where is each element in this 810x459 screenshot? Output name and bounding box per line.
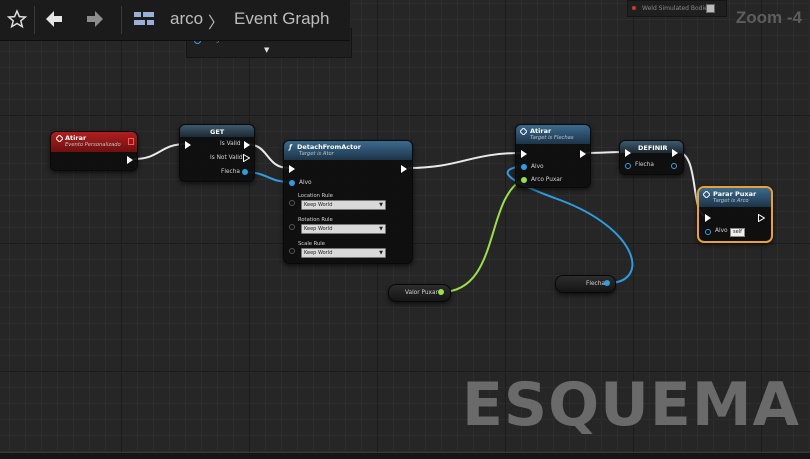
pin-label: Valor Puxar (405, 290, 438, 296)
dropdown-arrow-icon: ▼ (379, 226, 383, 232)
weld-label: Weld Simulated Bodies (642, 5, 711, 12)
exec-out-pin[interactable] (672, 149, 678, 157)
back-arrow-icon[interactable] (41, 6, 67, 32)
exec-out-pin[interactable] (401, 165, 407, 173)
object-in-pin[interactable] (289, 180, 295, 186)
node-subtitle: Target is Ator (299, 151, 334, 157)
pin-label: Is Valid (220, 141, 241, 147)
node-subtitle: Target is Arco (713, 198, 749, 204)
favorite-star-icon[interactable] (4, 6, 30, 32)
node-title: DetachFromActor (297, 143, 361, 151)
scale-rule-select[interactable]: Keep World ▼ (301, 248, 386, 258)
exec-in-pin[interactable] (185, 141, 191, 149)
event-atirar-node[interactable]: Atirar Evento Personalizado (50, 131, 138, 171)
weld-checkbox[interactable] (706, 4, 715, 13)
node-title: GET (210, 128, 225, 136)
float-in-pin[interactable] (521, 177, 527, 183)
node-title: Atirar (530, 127, 552, 135)
call-atirar-node[interactable]: Atirar Target is Flechas Alvo Arco Puxar (515, 124, 591, 188)
forward-arrow-icon[interactable] (82, 6, 108, 32)
pin-label: Flecha (221, 169, 240, 175)
enum-pin[interactable] (289, 200, 295, 206)
pin-label: Is Not Valid (210, 155, 243, 161)
function-icon: ƒ (289, 143, 292, 151)
event-diamond-icon (56, 135, 63, 142)
exec-wire (407, 152, 522, 169)
blueprint-toolbar: arco 〉 Event Graph (0, 0, 350, 41)
float-wire (440, 179, 523, 293)
toolbar-divider (34, 6, 35, 34)
pin-label: Alvo (715, 228, 728, 234)
expand-caret-icon[interactable]: ▼ (264, 46, 269, 54)
get-validated-node[interactable]: GET Is Valid Is Not Valid Flecha (179, 124, 255, 182)
toolbar-divider (121, 6, 122, 34)
object-in-pin[interactable] (521, 164, 527, 170)
exec-out-pin[interactable] (244, 141, 250, 149)
pin-label: Scale Rule (298, 241, 325, 247)
self-value-box[interactable]: self (730, 228, 745, 237)
pin-label: Alvo (531, 164, 544, 170)
exec-in-pin[interactable] (289, 165, 295, 173)
pin-label: Flecha (586, 281, 605, 287)
event-diamond-icon (703, 191, 710, 198)
exec-out-pin-hollow[interactable] (758, 214, 765, 222)
exec-in-pin[interactable] (521, 150, 527, 158)
pin-label: Location Rule (298, 193, 333, 199)
object-out-pin[interactable] (242, 169, 248, 175)
weld-simulated-bodies-row: Weld Simulated Bodies (627, 0, 727, 17)
zoom-level: Zoom -4 (735, 8, 802, 27)
set-flecha-node[interactable]: DEFINIR Flecha (619, 140, 684, 175)
exec-out-pin[interactable] (580, 150, 586, 158)
graph-watermark: ESQUEMA (461, 370, 800, 440)
object-in-pin[interactable] (705, 229, 711, 235)
object-in-pin[interactable] (625, 163, 631, 169)
valor-puxar-getter[interactable]: Valor Puxar (388, 284, 451, 302)
flecha-getter[interactable]: Flecha (555, 275, 616, 293)
event-diamond-icon (520, 128, 527, 135)
exec-in-pin[interactable] (625, 149, 631, 157)
enum-pin[interactable] (289, 224, 295, 230)
float-out-pin[interactable] (438, 289, 444, 295)
enum-pin[interactable] (289, 248, 295, 254)
pin-label: Rotation Rule (298, 217, 333, 223)
dropdown-arrow-icon: ▼ (379, 250, 383, 256)
node-title: Atirar (65, 134, 87, 142)
object-out-pin[interactable] (671, 163, 677, 169)
blueprint-graph-icon (131, 6, 157, 32)
delegate-pin-icon[interactable] (128, 138, 134, 145)
bool-pin-icon (632, 6, 636, 10)
pin-label: Arco Puxar (531, 177, 563, 183)
exec-out-pin-hollow[interactable] (243, 154, 250, 162)
pin-label: Flecha (635, 162, 654, 168)
breadcrumb-asset[interactable]: arco (170, 9, 203, 29)
object-out-pin[interactable] (604, 280, 610, 286)
breadcrumb-graph[interactable]: Event Graph (234, 9, 329, 29)
rotation-rule-select[interactable]: Keep World ▼ (301, 224, 386, 234)
node-subtitle: Evento Personalizado (65, 142, 121, 148)
detach-from-actor-node[interactable]: ƒ DetachFromActor Target is Ator Alvo Lo… (283, 140, 413, 264)
dropdown-arrow-icon: ▼ (379, 202, 383, 208)
breadcrumb-separator: 〉 (208, 15, 225, 32)
parar-puxar-node[interactable]: Parar Puxar Target is Arco Alvo self (697, 186, 773, 243)
pin-label: Alvo (299, 180, 312, 186)
location-rule-select[interactable]: Keep World ▼ (301, 200, 386, 210)
exec-out-pin[interactable] (127, 156, 133, 164)
exec-in-pin[interactable] (705, 214, 711, 222)
node-subtitle: Target is Flechas (530, 135, 574, 141)
node-title: DEFINIR (638, 144, 668, 152)
node-title: Parar Puxar (713, 190, 757, 198)
